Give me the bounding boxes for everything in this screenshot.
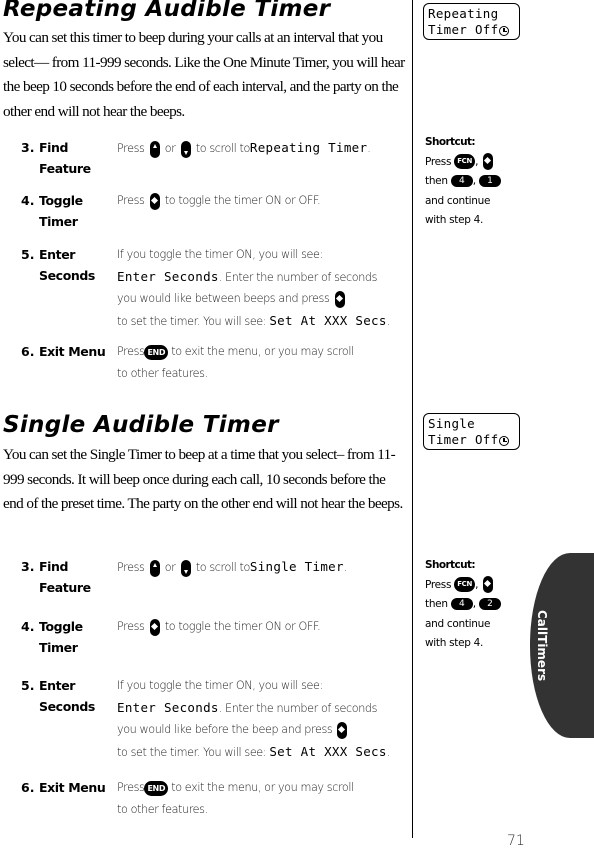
lcd-text: Enter Seconds [117,699,219,715]
select-key-icon [483,576,494,593]
step-label: Exit Menu [39,780,106,795]
section-title: Single Audible Timer [3,412,279,438]
section-intro: You can set this timer to beep during yo… [3,29,405,120]
step-number: 3. [21,140,35,155]
number-key-icon: 1 [478,175,501,187]
lcd-line-2: Timer Off [428,432,499,447]
step-number: 6. [21,780,35,795]
step-text: Press END to exit the menu, or you may sc… [117,780,354,816]
scroll-up-key-icon [149,559,160,577]
lcd-display: Single Timer Off [423,413,520,450]
number-key-icon: 2 [478,598,501,610]
clock-icon [499,435,510,446]
scroll-up-key-icon [149,140,160,158]
lcd-text: Set At XXX Secs [269,743,387,759]
step-number: 6. [21,344,35,359]
chapter-tab-label: CallTimers [535,610,549,682]
step-label: Toggle Timer [39,193,83,229]
step-label: Find Feature [39,140,91,176]
shortcut-title: Shortcut: [425,559,476,571]
step-text: Press to toggle the timer ON or OFF. [117,190,409,212]
lcd-display: Repeating Timer Off [423,3,520,40]
end-key-icon: END [144,780,169,796]
lcd-line-1: Repeating [428,6,499,21]
fcn-key-icon: FCN [454,154,476,169]
step-number: 5. [21,247,35,262]
step-number: 5. [21,678,35,693]
scroll-down-key-icon [180,559,191,577]
lcd-line-2: Timer Off [428,22,499,37]
step-number: 3. [21,559,35,574]
step-label: Toggle Timer [39,619,83,655]
scroll-down-key-icon [180,140,191,158]
section-intro: You can set the Single Timer to beep at … [3,446,403,512]
step-label: Exit Menu [39,344,106,359]
step-number: 4. [21,619,35,634]
lcd-text: Set At XXX Secs [269,312,387,328]
select-key-icon [334,290,345,308]
column-divider [412,0,413,838]
step-label: Enter Seconds [39,678,95,714]
lcd-text: Single Timer [249,559,344,574]
number-key-icon: 4 [450,175,473,187]
fcn-key-icon: FCN [454,577,476,592]
select-key-icon [337,721,348,739]
number-key-icon: 4 [450,598,473,610]
section-title: Repeating Audible Timer [3,0,331,22]
select-key-icon [483,153,494,170]
select-key-icon [149,192,160,210]
lcd-text: Repeating Timer [249,140,368,155]
shortcut-box: Shortcut: Press FCN, then 4, 2 and conti… [425,556,535,654]
shortcut-title: Shortcut: [425,136,476,148]
lcd-line-1: Single [428,416,475,431]
lcd-text: Enter Seconds [117,268,219,284]
select-key-icon [149,618,160,636]
step-text: If you toggle the timer ON, you will see… [117,679,390,759]
step-number: 4. [21,193,35,208]
step-label: Enter Seconds [39,247,95,283]
step-text: Press or to scroll toSingle Timer. [117,556,409,579]
step-text: Press END to exit the menu, or you may sc… [117,344,354,380]
shortcut-box: Shortcut: Press FCN, then 4, 1 and conti… [425,133,535,231]
clock-icon [499,25,510,36]
end-key-icon: END [144,344,169,360]
step-text: Press to toggle the timer ON or OFF. [117,616,409,638]
step-text: If you toggle the timer ON, you will see… [117,248,390,328]
step-label: Find Feature [39,559,91,595]
page-number: 71 [507,833,525,849]
step-text: Press or to scroll toRepeating Timer. [117,137,409,160]
